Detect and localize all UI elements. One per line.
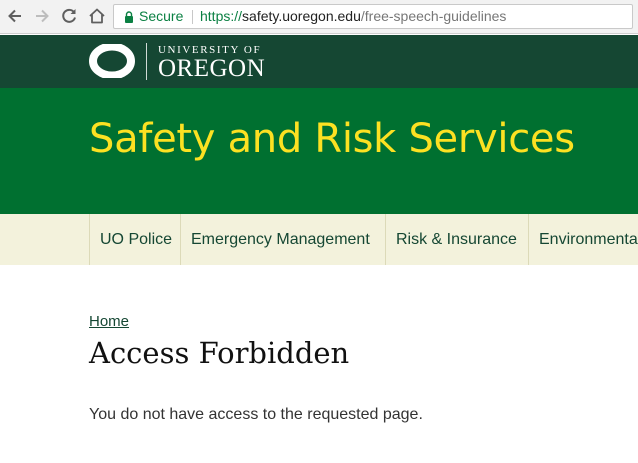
menu-item-environmental[interactable]: Environmenta [528,214,638,265]
menu-item-uo-police[interactable]: UO Police [89,214,172,265]
url-divider [192,10,193,24]
home-icon [89,8,105,24]
main-menu: UO Police Emergency Management Risk & In… [0,214,638,265]
site-banner: Safety and Risk Services [0,88,638,214]
url-host: safety.uoregon.edu [242,8,361,24]
site-title[interactable]: Safety and Risk Services [89,116,575,162]
access-message: You do not have access to the requested … [89,406,423,423]
forward-button[interactable] [31,5,53,27]
lock-icon [125,11,133,23]
menu-item-emergency-management[interactable]: Emergency Management [180,214,370,265]
back-button[interactable] [4,5,26,27]
url-path: /free-speech-guidelines [360,8,507,24]
menu-item-risk-insurance[interactable]: Risk & Insurance [385,214,517,265]
logo-divider [146,43,147,80]
back-arrow-icon [8,9,21,23]
logo-oregon-text: OREGON [158,55,266,82]
uo-o-logo-icon[interactable] [89,44,135,78]
forward-arrow-icon [36,9,49,23]
url-text: https://safety.uoregon.edu/free-speech-g… [200,5,506,28]
page-title: Access Forbidden [89,336,350,370]
address-bar[interactable]: Secure https://safety.uoregon.edu/free-s… [113,4,633,29]
home-button[interactable] [86,5,108,27]
university-header: UNIVERSITY OF OREGON [0,35,638,88]
breadcrumb-home-link[interactable]: Home [89,313,129,330]
security-status: Secure [139,8,184,24]
browser-toolbar: Secure https://safety.uoregon.edu/free-s… [0,0,638,34]
reload-button[interactable] [58,5,80,27]
reload-icon [62,8,76,23]
url-scheme: https:// [200,8,243,24]
